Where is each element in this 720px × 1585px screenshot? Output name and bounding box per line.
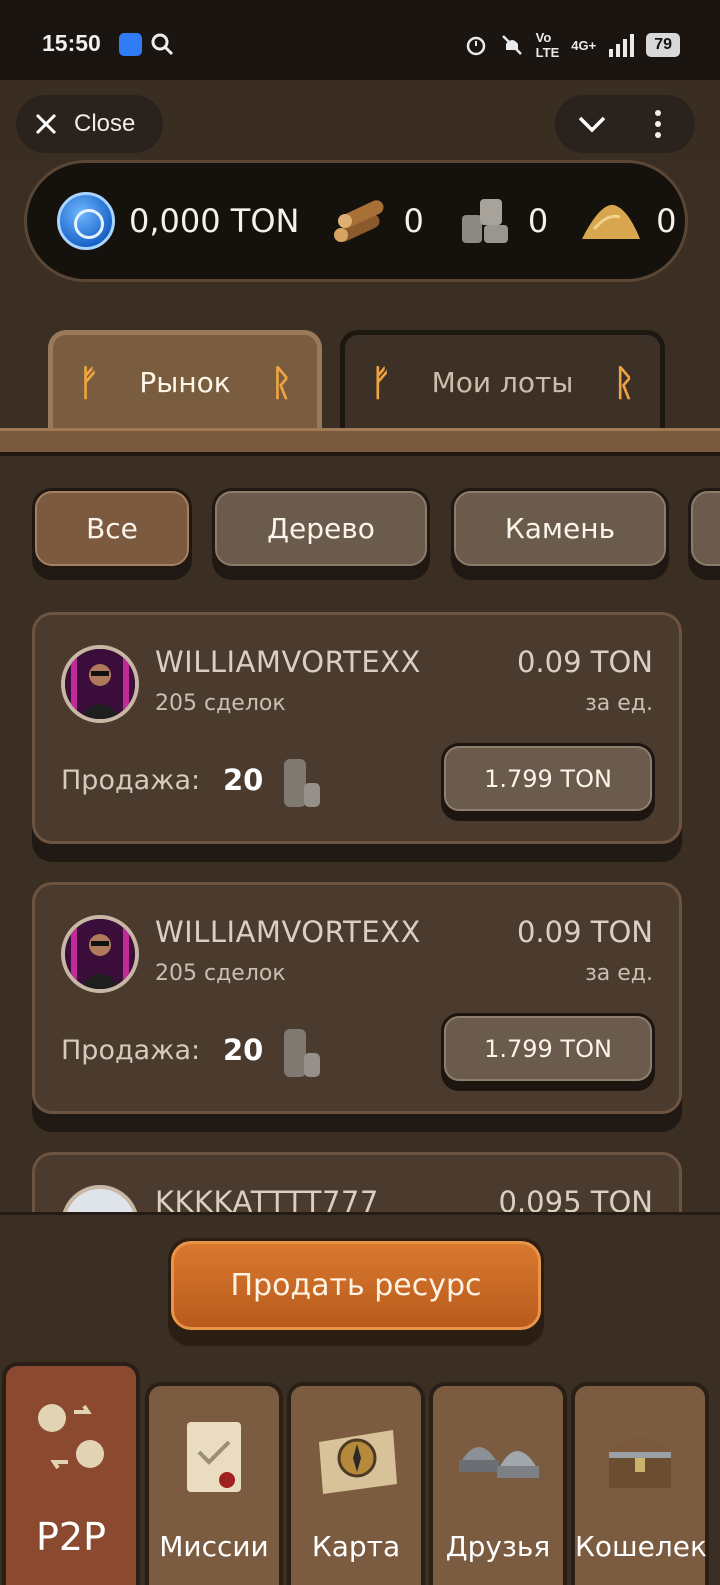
- search-icon: [151, 33, 174, 56]
- nav-item-wallet[interactable]: Кошелек: [571, 1382, 709, 1585]
- sell-resource-label: Продать ресурс: [171, 1241, 541, 1330]
- alarm-icon: [466, 36, 485, 56]
- per-unit-label: за ед.: [585, 691, 653, 716]
- buy-button[interactable]: 1.799 TON: [441, 1013, 655, 1091]
- ton-balance: 0,000 TON: [57, 192, 299, 250]
- chevron-down-icon[interactable]: [577, 113, 607, 135]
- battery-level: 79: [646, 33, 680, 57]
- sale-label: Продажа:: [61, 1035, 201, 1066]
- nav-item-map[interactable]: Карта: [287, 1382, 425, 1585]
- rune-icon-right: ᚱ: [270, 361, 293, 404]
- tab-divider: [0, 428, 720, 456]
- listing-card-face: WILLIAMVORTEXX 205 сделок 0.09 TON за ед…: [32, 612, 682, 844]
- signal-icon: [609, 34, 635, 57]
- close-icon: [35, 113, 57, 135]
- filter-all-label: Все: [35, 491, 189, 566]
- sale-quantity: 20: [223, 763, 264, 797]
- treasure-chest-icon: [609, 1437, 671, 1488]
- nav-label: Друзья: [445, 1530, 551, 1563]
- listing-card: KKKKATTTT777 0.095 TON: [32, 1152, 682, 1212]
- sale-quantity: 20: [223, 1033, 264, 1067]
- filter-stone-label: Камень: [454, 491, 666, 566]
- stone-resource-icon: [284, 759, 320, 807]
- nav-item-friends[interactable]: Друзья: [429, 1382, 567, 1585]
- rune-icon-left: ᚠ: [77, 361, 100, 404]
- wood-logs-icon: [334, 200, 384, 242]
- seller-deals: 205 сделок: [155, 691, 286, 716]
- stone-blocks-icon: [461, 199, 508, 243]
- sale-label: Продажа:: [61, 765, 201, 796]
- resource-balance-bar: 0,000 TON 0 0 0: [24, 160, 688, 282]
- listing-card: WILLIAMVORTEXX 205 сделок 0.09 TON за ед…: [32, 612, 682, 862]
- filter-all[interactable]: Все: [32, 488, 192, 580]
- ton-coin-icon: [57, 192, 115, 250]
- exchange-hands-icon: [38, 1404, 104, 1470]
- status-time: 15:50: [42, 30, 101, 56]
- stone-balance: 0: [456, 195, 548, 247]
- nav-item-missions[interactable]: Миссии: [145, 1382, 283, 1585]
- sand-balance-value: 0: [656, 202, 677, 240]
- viking-helmets-icon: [459, 1447, 539, 1478]
- tab-market-label: Рынок: [139, 366, 231, 399]
- stone-resource-icon: [284, 1029, 320, 1077]
- avatar: [61, 1185, 139, 1212]
- filter-more-face: [691, 491, 720, 566]
- avatar: [61, 915, 139, 993]
- filter-wood-label: Дерево: [215, 491, 427, 566]
- nav-label: Карта: [311, 1530, 401, 1563]
- header-menu: [555, 95, 695, 153]
- miniapp-header: Close: [0, 80, 720, 165]
- buy-button-label: 1.799 TON: [444, 1016, 652, 1081]
- buy-button[interactable]: 1.799 TON: [441, 743, 655, 821]
- volte-icon: Vo LTE: [535, 30, 560, 60]
- status-indicators: Vo LTE 4G+ 79: [464, 30, 680, 60]
- listing-card-face: WILLIAMVORTEXX 205 сделок 0.09 TON за ед…: [32, 882, 682, 1114]
- network-type: 4G+: [571, 37, 597, 53]
- rune-icon-left: ᚠ: [369, 361, 392, 404]
- buy-button-label: 1.799 TON: [444, 746, 652, 811]
- unit-price: 0.09 TON: [516, 915, 653, 949]
- mute-icon: [501, 35, 522, 55]
- tab-my-lots-label: Мои лоты: [431, 366, 574, 399]
- compass-map-icon: [319, 1430, 397, 1494]
- nav-label: P2P: [35, 1515, 106, 1559]
- ton-balance-value: 0,000 TON: [129, 202, 300, 240]
- unit-price: 0.09 TON: [516, 645, 653, 679]
- filter-more[interactable]: [688, 488, 720, 580]
- seller-name: WILLIAMVORTEXX: [155, 915, 421, 949]
- bottom-navigation: P2P Миссии Карта Друзья Кошелек: [0, 1362, 720, 1585]
- tab-market[interactable]: ᚠ Рынок ᚱ: [48, 330, 322, 430]
- seller-name: KKKKATTTT777: [155, 1185, 379, 1212]
- wood-balance: 0: [331, 195, 424, 247]
- listings-list[interactable]: WILLIAMVORTEXX 205 сделок 0.09 TON за ед…: [0, 600, 720, 1212]
- per-unit-label: за ед.: [585, 961, 653, 986]
- sand-pile-icon: [582, 204, 641, 239]
- rune-icon-right: ᚱ: [613, 361, 636, 404]
- nav-item-p2p[interactable]: P2P: [2, 1362, 140, 1585]
- app-notification-icon: [119, 33, 142, 56]
- status-bar: 15:50 Vo LTE 4G+ 79: [0, 0, 720, 80]
- more-options-icon[interactable]: [655, 110, 665, 143]
- sand-balance: 0: [580, 195, 677, 247]
- scroll-icon: [187, 1422, 241, 1492]
- listing-card: WILLIAMVORTEXX 205 сделок 0.09 TON за ед…: [32, 882, 682, 1132]
- seller-name: WILLIAMVORTEXX: [155, 645, 421, 679]
- close-label: Close: [74, 110, 136, 137]
- seller-deals: 205 сделок: [155, 961, 286, 986]
- stone-balance-value: 0: [527, 202, 549, 240]
- avatar: [61, 645, 139, 723]
- sell-resource-button[interactable]: Продать ресурс: [168, 1238, 544, 1346]
- unit-price: 0.095 TON: [498, 1185, 653, 1212]
- filter-wood[interactable]: Дерево: [212, 488, 430, 580]
- filter-stone[interactable]: Камень: [451, 488, 669, 580]
- close-button[interactable]: Close: [16, 95, 163, 153]
- tab-my-lots[interactable]: ᚠ Мои лоты ᚱ: [340, 330, 665, 430]
- nav-label: Миссии: [159, 1530, 269, 1563]
- listing-card-face: KKKKATTTT777 0.095 TON: [32, 1152, 682, 1212]
- nav-label: Кошелек: [575, 1530, 707, 1563]
- wood-balance-value: 0: [403, 202, 424, 240]
